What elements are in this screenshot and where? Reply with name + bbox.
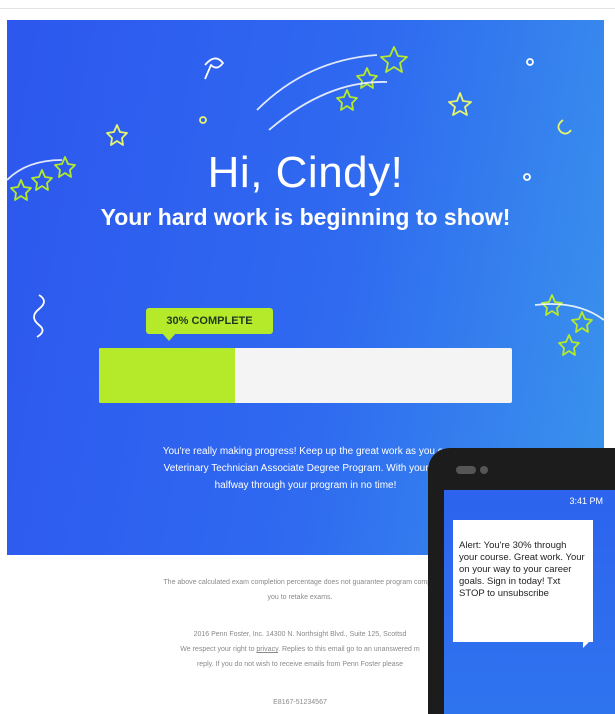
- sms-bubble-tail: [583, 638, 593, 648]
- phone-mockup: 3:41 PM Alert: You're 30% through your c…: [428, 448, 615, 714]
- phone-status-time: 3:41 PM: [569, 496, 603, 506]
- privacy-prefix: We respect your right to: [180, 646, 257, 653]
- dot-icon: [526, 58, 534, 66]
- badge-pointer: [162, 333, 176, 341]
- star-icon: [336, 89, 358, 111]
- progress-badge: 30% COMPLETE: [146, 308, 273, 334]
- phone-camera: [480, 466, 488, 474]
- star-icon: [571, 311, 593, 333]
- sms-message-bubble: Alert: You're 30% through your course. G…: [453, 520, 593, 642]
- hero-subtitle: Your hard work is beginning to show!: [100, 204, 511, 230]
- swirl-icon: [204, 57, 224, 80]
- privacy-link[interactable]: privacy: [256, 646, 278, 653]
- phone-screen: 3:41 PM Alert: You're 30% through your c…: [444, 490, 615, 714]
- greeting-heading: Hi, Cindy!: [207, 148, 404, 197]
- phone-speaker: [456, 466, 476, 474]
- swirl-icon: [557, 119, 572, 135]
- star-icon: [558, 334, 580, 356]
- swoosh-icon: [256, 54, 378, 111]
- privacy-suffix: . Replies to this email go to an unanswe…: [278, 646, 420, 653]
- star-icon: [448, 92, 472, 116]
- progress-bar: [99, 348, 512, 403]
- swoosh-icon: [268, 81, 388, 131]
- star-icon: [356, 67, 378, 89]
- dot-icon: [199, 116, 207, 124]
- progress-fill: [99, 348, 236, 403]
- star-icon: [380, 46, 408, 73]
- top-divider: [0, 8, 615, 9]
- swirl-icon: [33, 294, 45, 338]
- star-icon: [106, 124, 128, 146]
